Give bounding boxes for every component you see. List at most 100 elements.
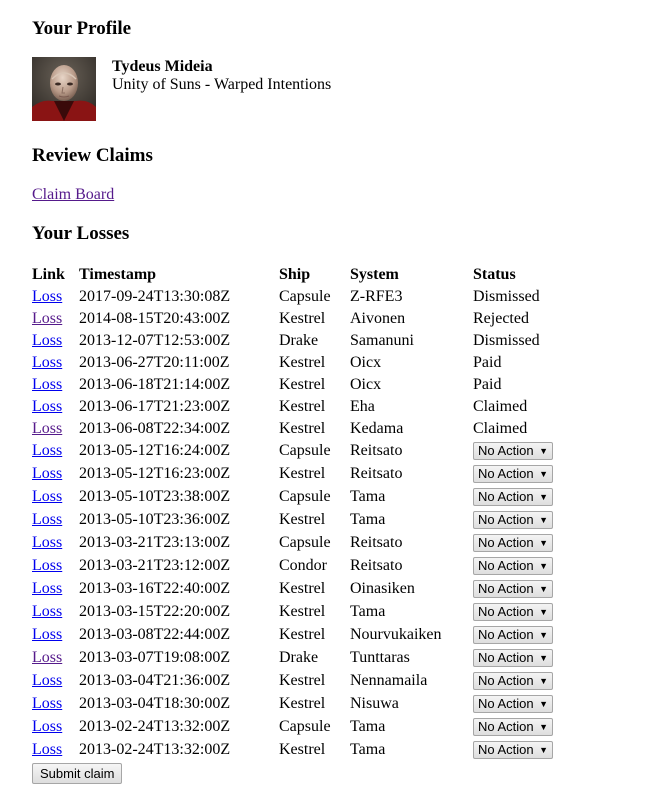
loss-link[interactable]: Loss (32, 398, 62, 415)
cell-system: Reitsato (350, 534, 403, 551)
cell-timestamp: 2013-05-10T23:38:00Z (79, 488, 231, 505)
action-select[interactable]: No Action ▼ (473, 534, 553, 553)
action-select[interactable]: No Action ▼ (473, 741, 553, 760)
loss-link[interactable]: Loss (32, 420, 62, 437)
action-select[interactable]: No Action ▼ (473, 465, 553, 484)
action-select[interactable]: No Action ▼ (473, 695, 553, 714)
action-select-value: No Action (478, 742, 534, 758)
column-header-link: Link (32, 266, 65, 283)
cell-link: Loss (32, 485, 76, 508)
cell-ship: Capsule (279, 442, 331, 459)
cell-ship: Kestrel (279, 672, 326, 689)
cell-action: No Action ▼ (473, 669, 583, 692)
dropdown-arrow-icon: ▼ (539, 607, 548, 618)
loss-link[interactable]: Loss (32, 376, 62, 393)
action-select[interactable]: No Action ▼ (473, 580, 553, 599)
table-row: Loss 2013-03-21T23:12:00Z Condor Reitsato No… (32, 554, 583, 577)
action-select-value: No Action (478, 696, 534, 712)
loss-link[interactable]: Loss (32, 332, 62, 349)
cell-link: Loss (32, 669, 76, 692)
loss-link[interactable]: Loss (32, 695, 62, 712)
action-select[interactable]: No Action ▼ (473, 442, 553, 461)
action-select-value: No Action (478, 581, 534, 597)
cell-status: Claimed (473, 397, 528, 415)
cell-system: Tama (350, 718, 386, 735)
table-row: Loss 2013-05-10T23:36:00Z Kestrel Tama No Ac… (32, 508, 583, 531)
loss-link[interactable]: Loss (32, 465, 62, 482)
cell-timestamp: 2013-03-04T21:36:00Z (79, 672, 231, 689)
action-select[interactable]: No Action ▼ (473, 488, 553, 507)
cell-link: Loss (32, 646, 76, 669)
action-select[interactable]: No Action ▼ (473, 718, 553, 737)
cell-system: Tunttaras (350, 649, 410, 666)
cell-timestamp: 2013-05-12T16:24:00Z (79, 442, 231, 459)
cell-link: Loss (32, 715, 76, 738)
loss-link[interactable]: Loss (32, 557, 62, 574)
table-row: Loss 2013-06-08T22:34:00Z Kestrel Kedama Cla… (32, 417, 583, 439)
cell-ship: Kestrel (279, 580, 326, 597)
cell-action: No Action ▼ (473, 439, 583, 462)
cell-action: No Action ▼ (473, 692, 583, 715)
cell-timestamp: 2013-03-21T23:13:00Z (79, 534, 231, 551)
cell-link: Loss (32, 417, 76, 439)
loss-link[interactable]: Loss (32, 626, 62, 643)
cell-timestamp: 2013-06-17T21:23:00Z (79, 397, 231, 415)
cell-link: Loss (32, 373, 76, 395)
loss-link[interactable]: Loss (32, 718, 62, 735)
cell-link: Loss (32, 738, 76, 761)
action-select[interactable]: No Action ▼ (473, 649, 553, 668)
cell-system: Tama (350, 488, 386, 505)
action-select[interactable]: No Action ▼ (473, 511, 553, 530)
cell-system: Reitsato (350, 465, 403, 482)
submit-claim-button[interactable]: Submit claim (32, 763, 123, 784)
action-select-value: No Action (478, 466, 534, 482)
claim-board-link[interactable]: Claim Board (32, 185, 114, 204)
action-select[interactable]: No Action ▼ (473, 603, 553, 622)
loss-link[interactable]: Loss (32, 354, 62, 371)
dropdown-arrow-icon: ▼ (539, 676, 548, 687)
cell-link: Loss (32, 554, 76, 577)
cell-ship: Kestrel (279, 419, 326, 437)
cell-status: Rejected (473, 309, 529, 327)
loss-link[interactable]: Loss (32, 580, 62, 597)
table-row: Loss 2013-05-12T16:23:00Z Kestrel Reitsato N… (32, 462, 583, 485)
loss-link[interactable]: Loss (32, 488, 62, 505)
cell-timestamp: 2013-03-15T22:20:00Z (79, 603, 231, 620)
cell-timestamp: 2013-05-10T23:36:00Z (79, 511, 231, 528)
cell-system: Tama (350, 603, 386, 620)
cell-action: No Action ▼ (473, 623, 583, 646)
table-row: Loss 2013-05-10T23:38:00Z Capsule Tama No Ac… (32, 485, 583, 508)
dropdown-arrow-icon: ▼ (539, 653, 548, 664)
cell-timestamp: 2013-03-16T22:40:00Z (79, 580, 231, 597)
column-header-timestamp: Timestamp (79, 266, 157, 283)
table-row: Loss 2013-12-07T12:53:00Z Drake Samanuni Dis… (32, 329, 583, 351)
losses-table-body: Loss 2017-09-24T13:30:08Z Capsule Z-RFE3 Dis… (32, 285, 583, 761)
loss-link[interactable]: Loss (32, 534, 62, 551)
loss-link[interactable]: Loss (32, 672, 62, 689)
character-affiliation: Unity of Suns - Warped Intentions (112, 76, 332, 93)
loss-link[interactable]: Loss (32, 603, 62, 620)
action-select-value: No Action (478, 489, 534, 505)
cell-ship: Drake (279, 649, 319, 666)
action-select[interactable]: No Action ▼ (473, 626, 553, 645)
action-select[interactable]: No Action ▼ (473, 557, 553, 576)
column-header-system: System (350, 266, 399, 283)
loss-link[interactable]: Loss (32, 649, 62, 666)
loss-link[interactable]: Loss (32, 310, 62, 327)
cell-link: Loss (32, 307, 76, 329)
loss-link[interactable]: Loss (32, 442, 62, 459)
cell-ship: Kestrel (279, 397, 326, 415)
cell-link: Loss (32, 577, 76, 600)
action-select-value: No Action (478, 512, 534, 528)
loss-link[interactable]: Loss (32, 288, 62, 305)
cell-ship: Kestrel (279, 309, 326, 327)
table-row: Loss 2013-05-12T16:24:00Z Capsule Reitsato N… (32, 439, 583, 462)
cell-ship: Capsule (279, 287, 331, 305)
table-row: Loss 2013-03-15T22:20:00Z Kestrel Tama No Ac… (32, 600, 583, 623)
action-select[interactable]: No Action ▼ (473, 672, 553, 691)
loss-link[interactable]: Loss (32, 741, 62, 758)
loss-link[interactable]: Loss (32, 511, 62, 528)
cell-system: Reitsato (350, 557, 403, 574)
cell-ship: Kestrel (279, 626, 326, 643)
dropdown-arrow-icon: ▼ (539, 584, 548, 595)
